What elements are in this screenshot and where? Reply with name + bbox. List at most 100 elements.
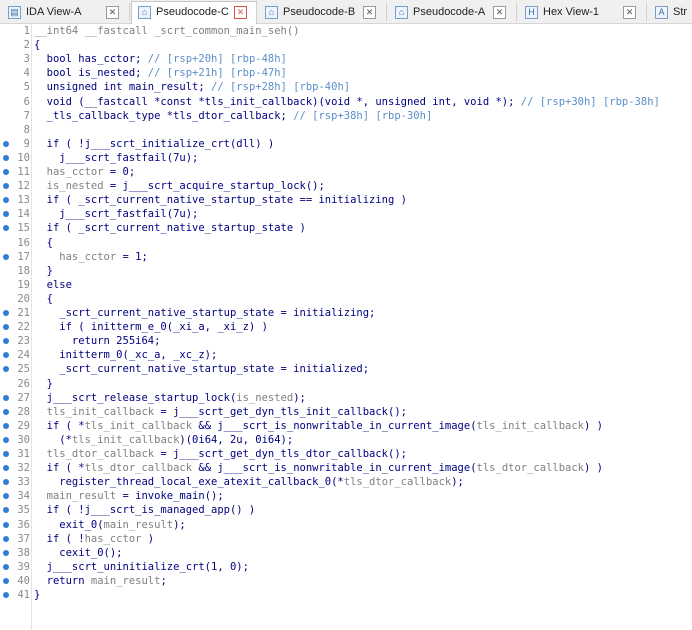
code-variable[interactable]: tls_init_callback xyxy=(34,406,154,418)
code-line[interactable]: 37 if ( !has_cctor ) xyxy=(0,532,692,546)
code-line[interactable]: 30 (*tls_init_callback)(0i64, 2u, 0i64); xyxy=(0,433,692,447)
code-variable[interactable]: main_result xyxy=(104,519,174,531)
breakpoint-dot-icon[interactable] xyxy=(3,451,9,457)
code-line[interactable]: 9 if ( !j___scrt_initialize_crt(dll) ) xyxy=(0,137,692,151)
tab-pseudocode-c[interactable]: ⌂ Pseudocode-C ✕ xyxy=(131,1,257,24)
code-line[interactable]: 39 j___scrt_uninitialize_crt(1, 0); xyxy=(0,560,692,574)
tab-hex-view-1[interactable]: H Hex View-1 ✕ xyxy=(519,2,645,22)
breakpoint-dot-icon[interactable] xyxy=(3,310,9,316)
tab-pseudocode-b[interactable]: ⌂ Pseudocode-B ✕ xyxy=(259,2,385,22)
breakpoint-dot-icon[interactable] xyxy=(3,197,9,203)
code-line[interactable]: 4 bool is_nested; // [rsp+21h] [rbp-47h] xyxy=(0,66,692,80)
code-line[interactable]: 10 j___scrt_fastfail(7u); xyxy=(0,151,692,165)
breakpoint-dot-icon[interactable] xyxy=(3,211,9,217)
code-variable[interactable]: tls_dtor_callback xyxy=(34,448,154,460)
code-line[interactable]: 8 xyxy=(0,123,692,137)
code-text: cexit_0(); xyxy=(34,546,122,560)
code-line[interactable]: 24 initterm_0(_xc_a, _xc_z); xyxy=(0,348,692,362)
breakpoint-dot-icon[interactable] xyxy=(3,169,9,175)
code-variable[interactable]: has_cctor xyxy=(34,166,104,178)
breakpoint-dot-icon[interactable] xyxy=(3,507,9,513)
code-variable[interactable]: main_result xyxy=(34,490,117,502)
code-line[interactable]: 33 register_thread_local_exe_atexit_call… xyxy=(0,475,692,489)
code-variable[interactable]: is_nested xyxy=(34,180,104,192)
breakpoint-dot-icon[interactable] xyxy=(3,409,9,415)
code-line[interactable]: 19 else xyxy=(0,278,692,292)
code-line[interactable]: 25 _scrt_current_native_startup_state = … xyxy=(0,362,692,376)
code-variable[interactable]: tls_init_callback xyxy=(477,420,584,432)
breakpoint-dot-icon[interactable] xyxy=(3,352,9,358)
close-icon[interactable]: ✕ xyxy=(623,6,636,19)
code-line[interactable]: 11 has_cctor = 0; xyxy=(0,165,692,179)
breakpoint-dot-icon[interactable] xyxy=(3,522,9,528)
breakpoint-dot-icon[interactable] xyxy=(3,437,9,443)
code-line[interactable]: 14 j___scrt_fastfail(7u); xyxy=(0,207,692,221)
code-variable[interactable]: tls_init_callback xyxy=(85,420,192,432)
code-line[interactable]: 15 if ( _scrt_current_native_startup_sta… xyxy=(0,221,692,235)
breakpoint-dot-icon[interactable] xyxy=(3,183,9,189)
code-line[interactable]: 29 if ( *tls_init_callback && j___scrt_i… xyxy=(0,419,692,433)
tab-ida-view-a[interactable]: ▤ IDA View-A ✕ xyxy=(2,2,128,22)
code-line[interactable]: 20 { xyxy=(0,292,692,306)
code-line[interactable]: 40 return main_result; xyxy=(0,574,692,588)
breakpoint-dot-icon[interactable] xyxy=(3,578,9,584)
code-token: (* xyxy=(34,434,72,446)
breakpoint-dot-icon[interactable] xyxy=(3,493,9,499)
close-icon[interactable]: ✕ xyxy=(363,6,376,19)
code-line[interactable]: 6 void (__fastcall *const *tls_init_call… xyxy=(0,95,692,109)
code-line[interactable]: 23 return 255i64; xyxy=(0,334,692,348)
code-line[interactable]: 13 if ( _scrt_current_native_startup_sta… xyxy=(0,193,692,207)
code-line[interactable]: 34 main_result = invoke_main(); xyxy=(0,489,692,503)
code-variable[interactable]: tls_dtor_callback xyxy=(477,462,584,474)
code-line[interactable]: 7 _tls_callback_type *tls_dtor_callback;… xyxy=(0,109,692,123)
tab-str[interactable]: A Str xyxy=(649,2,692,22)
breakpoint-dot-icon[interactable] xyxy=(3,536,9,542)
breakpoint-dot-icon[interactable] xyxy=(3,592,9,598)
breakpoint-dot-icon[interactable] xyxy=(3,550,9,556)
code-line[interactable]: 17 has_cctor = 1; xyxy=(0,250,692,264)
code-token: if ( _scrt_current_native_startup_state … xyxy=(34,194,407,206)
code-line[interactable]: 2{ xyxy=(0,38,692,52)
code-variable[interactable]: tls_init_callback xyxy=(72,434,179,446)
breakpoint-dot-icon[interactable] xyxy=(3,155,9,161)
close-icon[interactable]: ✕ xyxy=(106,6,119,19)
code-line[interactable]: 35 if ( !j___scrt_is_managed_app() ) xyxy=(0,503,692,517)
code-line[interactable]: 22 if ( initterm_e_0(_xi_a, _xi_z) ) xyxy=(0,320,692,334)
code-line[interactable]: 36 exit_0(main_result); xyxy=(0,518,692,532)
breakpoint-dot-icon[interactable] xyxy=(3,366,9,372)
close-icon[interactable]: ✕ xyxy=(234,6,247,19)
breakpoint-dot-icon[interactable] xyxy=(3,254,9,260)
breakpoint-dot-icon[interactable] xyxy=(3,395,9,401)
code-variable[interactable]: tls_dtor_callback xyxy=(85,462,192,474)
code-variable[interactable]: tls_dtor_callback xyxy=(344,476,451,488)
code-line[interactable]: 38 cexit_0(); xyxy=(0,546,692,560)
code-line[interactable]: 16 { xyxy=(0,236,692,250)
code-line[interactable]: 26 } xyxy=(0,377,692,391)
code-variable[interactable]: has_cctor xyxy=(85,533,142,545)
code-line[interactable]: 41} xyxy=(0,588,692,602)
pseudocode-view[interactable]: 1 __int64 __fastcall _scrt_common_main_se… xyxy=(0,24,692,630)
code-line[interactable]: 1 __int64 __fastcall _scrt_common_main_se… xyxy=(0,24,692,38)
breakpoint-dot-icon[interactable] xyxy=(3,338,9,344)
tab-pseudocode-a[interactable]: ⌂ Pseudocode-A ✕ xyxy=(389,2,515,22)
code-line[interactable]: 18 } xyxy=(0,264,692,278)
code-variable[interactable]: is_nested xyxy=(236,392,293,404)
code-variable[interactable]: main_result xyxy=(91,575,161,587)
code-line[interactable]: 12 is_nested = j___scrt_acquire_startup_… xyxy=(0,179,692,193)
breakpoint-dot-icon[interactable] xyxy=(3,324,9,330)
breakpoint-dot-icon[interactable] xyxy=(3,564,9,570)
code-line[interactable]: 31 tls_dtor_callback = j___scrt_get_dyn_… xyxy=(0,447,692,461)
breakpoint-dot-icon[interactable] xyxy=(3,141,9,147)
breakpoint-dot-icon[interactable] xyxy=(3,465,9,471)
code-line[interactable]: 3 bool has_cctor; // [rsp+20h] [rbp-48h] xyxy=(0,52,692,66)
breakpoint-dot-icon[interactable] xyxy=(3,479,9,485)
code-line[interactable]: 27 j___scrt_release_startup_lock(is_nest… xyxy=(0,391,692,405)
code-line[interactable]: 21 _scrt_current_native_startup_state = … xyxy=(0,306,692,320)
breakpoint-dot-icon[interactable] xyxy=(3,225,9,231)
close-icon[interactable]: ✕ xyxy=(493,6,506,19)
code-line[interactable]: 28 tls_init_callback = j___scrt_get_dyn_… xyxy=(0,405,692,419)
code-line[interactable]: 32 if ( *tls_dtor_callback && j___scrt_i… xyxy=(0,461,692,475)
code-variable[interactable]: has_cctor xyxy=(34,251,116,263)
breakpoint-dot-icon[interactable] xyxy=(3,423,9,429)
code-line[interactable]: 5 unsigned int main_result; // [rsp+28h]… xyxy=(0,80,692,94)
